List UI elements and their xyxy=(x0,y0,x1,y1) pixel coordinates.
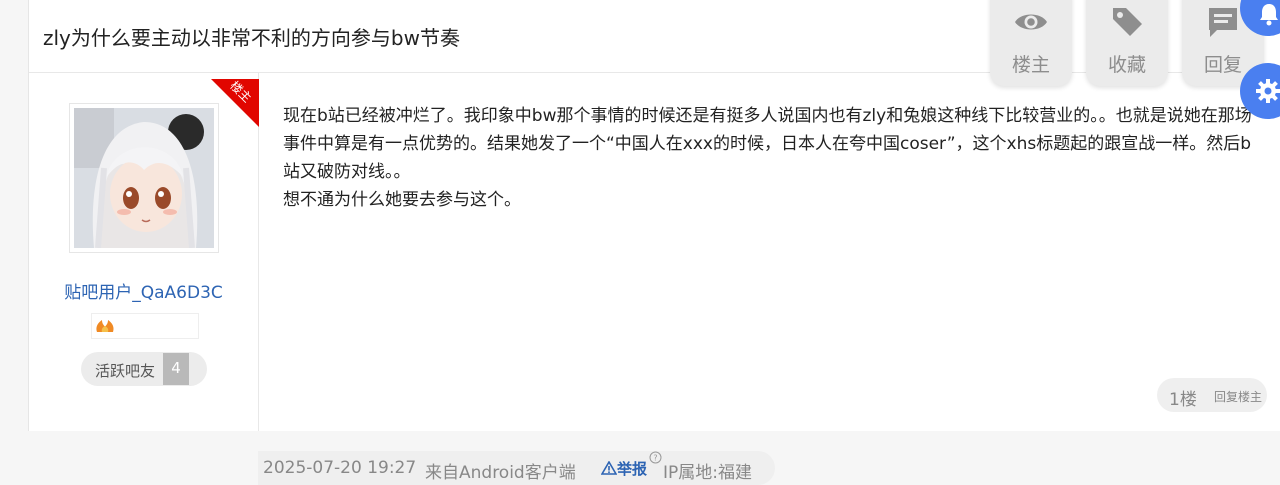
post-content: 现在b站已经被冲烂了。我印象中bw那个事情的时候还是有挺多人说国内也有zly和兔… xyxy=(283,102,1253,214)
favorite-label: 收藏 xyxy=(1107,54,1146,76)
active-member-tag: 活跃吧友 4 xyxy=(81,352,207,386)
level-badge: 4 xyxy=(163,353,189,385)
floor-number: 1楼 xyxy=(1169,390,1197,410)
flame-badge-icon xyxy=(96,320,114,332)
help-icon[interactable]: ? xyxy=(649,451,662,464)
warning-icon xyxy=(600,460,618,475)
eye-icon xyxy=(1015,14,1047,30)
only-owner-button[interactable]: 楼主 xyxy=(990,0,1072,86)
post-meta-bar: 2025-07-20 19:27 来自Android客户端 举报 ? IP属地:… xyxy=(258,451,775,485)
post-container: zly为什么要主动以非常不利的方向参与bw节奏 楼主 收藏 回复 楼主 贴吧用户… xyxy=(28,0,1280,485)
bell-icon xyxy=(1260,4,1278,26)
tag-icon xyxy=(1113,8,1142,36)
floor-bar: 1楼 回复楼主 xyxy=(1157,378,1267,412)
reply-owner-link[interactable]: 回复楼主 xyxy=(1214,388,1262,405)
gear-icon xyxy=(1256,79,1280,103)
report-link[interactable]: 举报 xyxy=(600,458,648,479)
post-source: 来自Android客户端 xyxy=(425,463,576,483)
avatar[interactable] xyxy=(69,103,219,253)
member-badge-box xyxy=(91,313,199,339)
title-bar: zly为什么要主动以非常不利的方向参与bw节奏 楼主 收藏 回复 xyxy=(29,0,1280,86)
ip-location: IP属地:福建 xyxy=(663,463,752,483)
report-label: 举报 xyxy=(617,460,648,478)
favorite-button[interactable]: 收藏 xyxy=(1086,0,1168,86)
active-member-label: 活跃吧友 xyxy=(95,362,156,380)
thread-title: zly为什么要主动以非常不利的方向参与bw节奏 xyxy=(43,26,460,50)
comment-icon xyxy=(1209,8,1237,37)
avatar-image xyxy=(74,108,214,248)
svg-text:?: ? xyxy=(653,454,657,463)
username-link[interactable]: 贴吧用户_QaA6D3C xyxy=(29,278,258,303)
post-paragraph: 想不通为什么她要去参与这个。 xyxy=(283,190,521,210)
post-paragraph: 现在b站已经被冲烂了。我印象中bw那个事情的时候还是有挺多人说国内也有zly和兔… xyxy=(283,106,1252,182)
post-datetime: 2025-07-20 19:27 xyxy=(263,458,417,478)
author-panel: 楼主 贴吧用户_QaA6D3C 活跃吧友 4 2025-07-20 19:27 … xyxy=(29,73,775,485)
only-owner-label: 楼主 xyxy=(1011,54,1050,76)
